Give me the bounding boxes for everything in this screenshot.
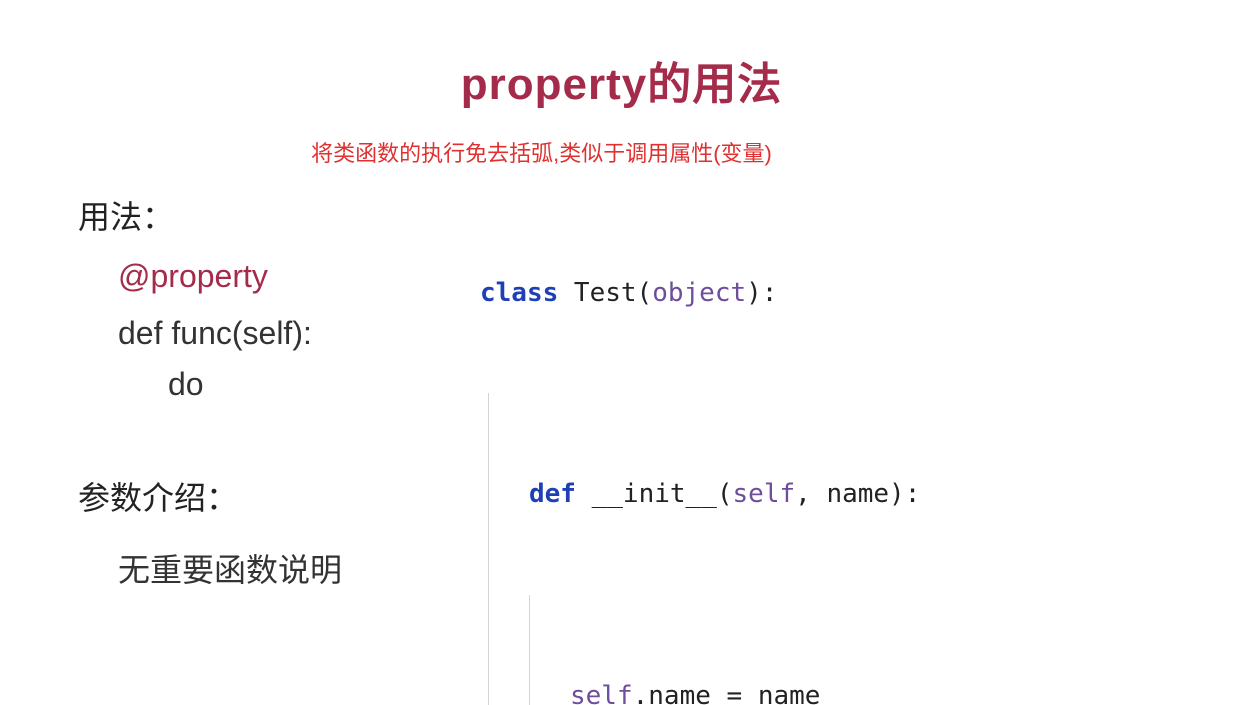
code-line-3: self.name = name bbox=[570, 676, 1220, 705]
params-label: 参数介绍： bbox=[78, 473, 480, 519]
class-body: def __init__(self, name): self.name = na… bbox=[488, 393, 1220, 705]
usage-label: 用法： bbox=[78, 192, 480, 238]
slide-title: property的用法 bbox=[0, 48, 1243, 112]
usage-block: 用法： @property def func(self): do bbox=[78, 192, 480, 403]
code-block: class Test(object): def __init__(self, n… bbox=[480, 192, 1220, 705]
usage-decorator: @property bbox=[78, 258, 480, 295]
code-line-1: class Test(object): bbox=[480, 273, 1220, 313]
usage-defline: def func(self): bbox=[78, 315, 480, 352]
init-body: self.name = name bbox=[529, 595, 1220, 705]
content-row: 用法： @property def func(self): do 参数介绍： 无… bbox=[0, 192, 1243, 705]
code-line-2: def __init__(self, name): bbox=[529, 474, 1220, 514]
params-block: 参数介绍： 无重要函数说明 bbox=[78, 473, 480, 591]
right-column: class Test(object): def __init__(self, n… bbox=[480, 192, 1220, 705]
usage-body: do bbox=[78, 366, 480, 403]
left-column: 用法： @property def func(self): do 参数介绍： 无… bbox=[0, 192, 480, 705]
params-body: 无重要函数说明 bbox=[78, 545, 480, 591]
slide-subtitle: 将类函数的执行免去括弧,类似于调用属性(变量) bbox=[0, 136, 1243, 168]
